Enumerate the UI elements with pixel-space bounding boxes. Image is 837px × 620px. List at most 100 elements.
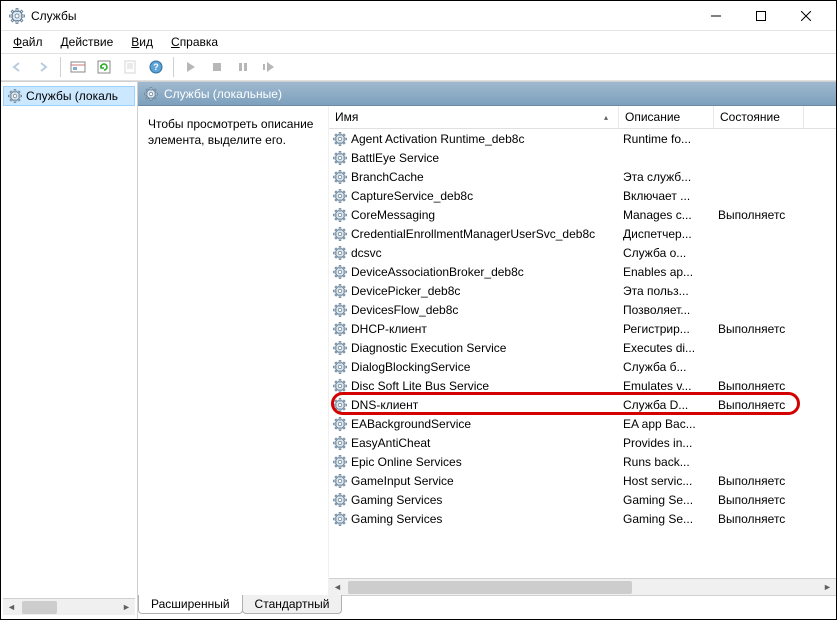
service-name-cell: Gaming Services [329, 509, 619, 528]
service-name-cell: CaptureService_deb8c [329, 186, 619, 205]
service-name-text: CaptureService_deb8c [351, 189, 473, 203]
pause-button[interactable] [231, 55, 255, 79]
service-row[interactable]: BranchCacheЭта служб... [329, 167, 836, 186]
service-name-cell: Gaming Services [329, 490, 619, 509]
service-row[interactable]: DevicesFlow_deb8c Позволяет... [329, 300, 836, 319]
service-row[interactable]: dcsvc Служба о... [329, 243, 836, 262]
service-row[interactable]: Epic Online Services Runs back... [329, 452, 836, 471]
service-row[interactable]: DNS-клиентСлужба D...Выполняетс [329, 395, 836, 414]
service-name-cell: DevicePicker_deb8c [329, 281, 619, 300]
services-list: Имя▴ Описание Состояние Agent Activation… [328, 106, 836, 595]
play-button[interactable] [179, 55, 203, 79]
service-row[interactable]: Diagnostic Execution ServiceExecutes di.… [329, 338, 836, 357]
service-row[interactable]: DialogBlockingServiceСлужба б... [329, 357, 836, 376]
menu-help[interactable]: Справка [163, 33, 226, 51]
service-desc-cell: Диспетчер... [619, 224, 714, 243]
tree-root-item[interactable]: Службы (локаль [3, 86, 135, 106]
service-row[interactable]: DeviceAssociationBroker_deb8c Enables ap.… [329, 262, 836, 281]
gear-icon [333, 246, 347, 260]
service-desc-cell: Позволяет... [619, 300, 714, 319]
export-button[interactable] [118, 55, 142, 79]
service-status-cell: Выполняетс [714, 471, 804, 490]
service-status-cell [714, 433, 804, 452]
restart-button[interactable] [257, 55, 281, 79]
help-button[interactable]: ? [144, 55, 168, 79]
service-desc-cell: Emulates v... [619, 376, 714, 395]
service-name-text: Gaming Services [351, 512, 442, 526]
service-name-cell: EABackgroundService [329, 414, 619, 433]
service-name-text: EABackgroundService [351, 417, 471, 431]
column-status[interactable]: Состояние [714, 106, 804, 128]
close-button[interactable] [783, 1, 828, 31]
service-row[interactable]: GameInput ServiceHost servic...Выполняет… [329, 471, 836, 490]
service-name-text: dcsvc [351, 246, 382, 260]
service-name-text: DialogBlockingService [351, 360, 470, 374]
service-desc-cell: Enables ap... [619, 262, 714, 281]
service-desc-cell: Служба о... [619, 243, 714, 262]
tab-extended[interactable]: Расширенный [138, 595, 243, 614]
service-desc-cell: Эта польз... [619, 281, 714, 300]
service-desc-cell: Gaming Se... [619, 509, 714, 528]
service-name-cell: dcsvc [329, 243, 619, 262]
maximize-button[interactable] [738, 1, 783, 31]
service-row[interactable]: BattlEye Service [329, 148, 836, 167]
service-row[interactable]: CoreMessagingManages c...Выполняетс [329, 205, 836, 224]
menubar: Файл Действие Вид Справка [1, 31, 836, 53]
service-row[interactable]: DevicePicker_deb8c Эта польз... [329, 281, 836, 300]
tab-standard[interactable]: Стандартный [242, 595, 343, 614]
service-desc-cell: Runs back... [619, 452, 714, 471]
stop-button[interactable] [205, 55, 229, 79]
properties-button[interactable] [66, 55, 90, 79]
service-name-text: DHCP-клиент [351, 322, 427, 336]
service-name-text: Epic Online Services [351, 455, 462, 469]
refresh-button[interactable] [92, 55, 116, 79]
service-name-text: BattlEye Service [351, 151, 439, 165]
list-hscrollbar[interactable]: ◄► [329, 578, 836, 595]
service-name-text: DeviceAssociationBroker_deb8c [351, 265, 524, 279]
gear-icon [333, 341, 347, 355]
service-name-cell: DeviceAssociationBroker_deb8c [329, 262, 619, 281]
service-row[interactable]: Agent Activation Runtime_deb8cRuntime fo… [329, 129, 836, 148]
description-pane: Чтобы просмотреть описание элемента, выд… [138, 106, 328, 595]
service-row[interactable]: EasyAntiCheatProvides in... [329, 433, 836, 452]
service-name-cell: CoreMessaging [329, 205, 619, 224]
service-name-cell: CredentialEnrollmentManagerUserSvc_deb8c [329, 224, 619, 243]
gear-icon [333, 379, 347, 393]
service-row[interactable]: CredentialEnrollmentManagerUserSvc_deb8c… [329, 224, 836, 243]
service-status-cell [714, 262, 804, 281]
service-desc-cell: Provides in... [619, 433, 714, 452]
service-name-text: CoreMessaging [351, 208, 435, 222]
service-desc-cell: Регистрир... [619, 319, 714, 338]
service-row[interactable]: CaptureService_deb8cВключает ... [329, 186, 836, 205]
gear-icon [333, 208, 347, 222]
column-description[interactable]: Описание [619, 106, 714, 128]
menu-file[interactable]: Файл [5, 33, 51, 51]
back-button[interactable] [5, 55, 29, 79]
service-row[interactable]: EABackgroundService EA app Bac... [329, 414, 836, 433]
service-name-cell: Agent Activation Runtime_deb8c [329, 129, 619, 148]
service-name-text: DevicePicker_deb8c [351, 284, 460, 298]
tree-hscrollbar[interactable]: ◄► [3, 598, 135, 615]
forward-button[interactable] [31, 55, 55, 79]
gear-icon [333, 303, 347, 317]
gear-icon [333, 284, 347, 298]
service-name-cell: Epic Online Services [329, 452, 619, 471]
gear-icon [333, 170, 347, 184]
service-name-cell: EasyAntiCheat [329, 433, 619, 452]
menu-action[interactable]: Действие [53, 33, 122, 51]
service-status-cell [714, 281, 804, 300]
service-row[interactable]: DHCP-клиентРегистрир...Выполняетс [329, 319, 836, 338]
menu-view[interactable]: Вид [123, 33, 161, 51]
service-desc-cell: Эта служб... [619, 167, 714, 186]
service-desc-cell: EA app Bac... [619, 414, 714, 433]
titlebar: Службы [1, 1, 836, 31]
service-row[interactable]: Disc Soft Lite Bus ServiceEmulates v...В… [329, 376, 836, 395]
service-name-text: DevicesFlow_deb8c [351, 303, 458, 317]
service-status-cell [714, 148, 804, 167]
service-status-cell: Выполняетс [714, 490, 804, 509]
minimize-button[interactable] [693, 1, 738, 31]
column-name[interactable]: Имя▴ [329, 106, 619, 128]
service-name-cell: BattlEye Service [329, 148, 619, 167]
service-row[interactable]: Gaming ServicesGaming Se...Выполняетс [329, 509, 836, 528]
service-row[interactable]: Gaming ServicesGaming Se...Выполняетс [329, 490, 836, 509]
